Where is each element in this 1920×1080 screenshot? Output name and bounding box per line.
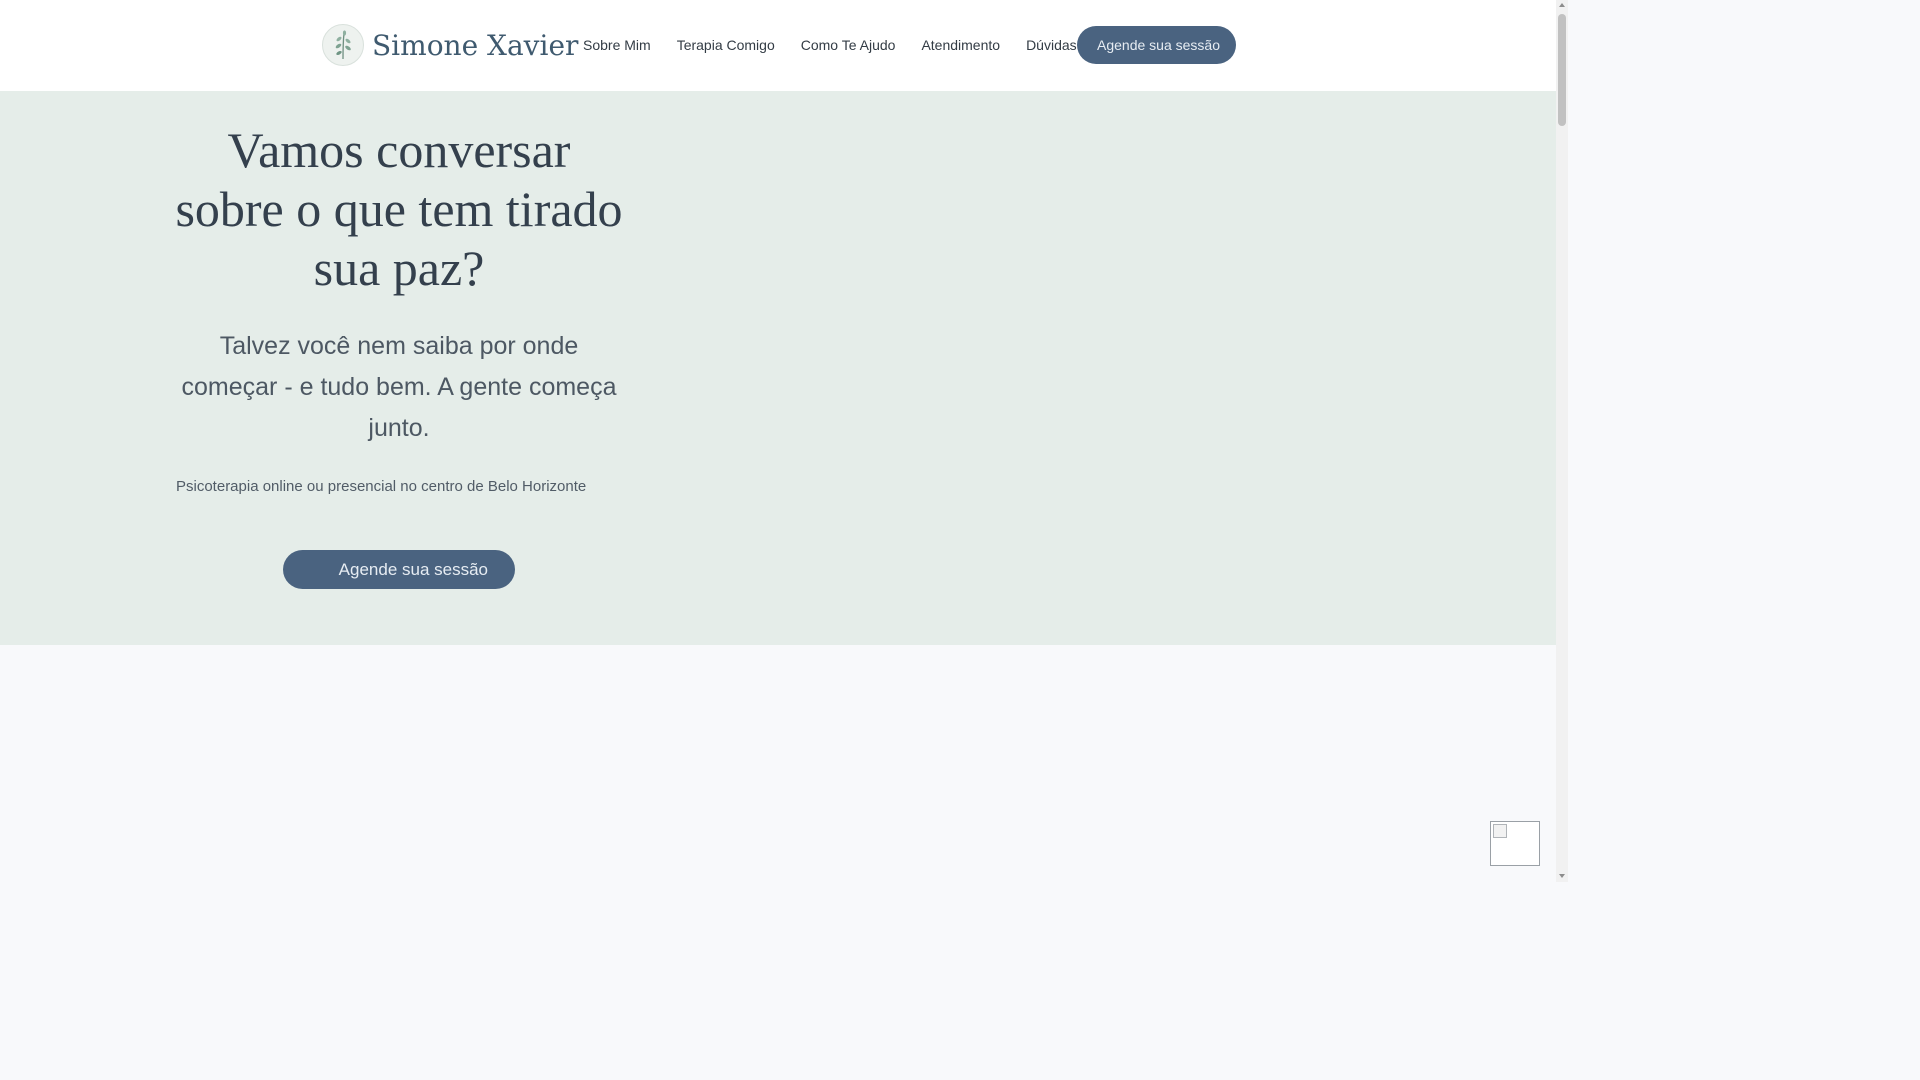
nav-terapia-comigo[interactable]: Terapia Comigo bbox=[664, 35, 788, 55]
nav-atendimento[interactable]: Atendimento bbox=[908, 35, 1013, 55]
hero-schedule-button[interactable]: Agende sua sessão bbox=[283, 550, 515, 589]
main-nav: Sobre Mim Terapia Comigo Como Te Ajudo A… bbox=[570, 35, 1090, 55]
hero-title: Vamos conversar sobre o que tem tirado s… bbox=[175, 122, 623, 296]
logo-text: Simone Xavier bbox=[372, 28, 579, 62]
vertical-scrollbar[interactable] bbox=[1556, 0, 1568, 882]
hero-subtitle: Talvez você nem saiba por onde começar -… bbox=[181, 332, 617, 442]
scroll-down-arrow-icon[interactable] bbox=[1559, 874, 1565, 878]
hero-section: Vamos conversar sobre o que tem tirado s… bbox=[0, 91, 1556, 645]
scroll-up-arrow-icon[interactable] bbox=[1559, 3, 1565, 7]
broken-image-icon[interactable] bbox=[1490, 821, 1540, 866]
page: Simone Xavier Sobre Mim Terapia Comigo C… bbox=[0, 0, 1556, 882]
scrollbar-thumb[interactable] bbox=[1558, 14, 1566, 126]
leaf-sprig-icon bbox=[322, 24, 364, 66]
lower-section bbox=[0, 645, 1556, 882]
site-header: Simone Xavier Sobre Mim Terapia Comigo C… bbox=[0, 0, 1556, 91]
nav-sobre-mim[interactable]: Sobre Mim bbox=[570, 35, 664, 55]
logo-link[interactable]: Simone Xavier bbox=[322, 24, 578, 66]
hero-note: Psicoterapia online ou presencial no cen… bbox=[176, 478, 587, 495]
broken-image-glyph bbox=[1493, 824, 1507, 838]
nav-como-te-ajudo[interactable]: Como Te Ajudo bbox=[788, 35, 909, 55]
header-schedule-button[interactable]: Agende sua sessão bbox=[1077, 26, 1236, 64]
